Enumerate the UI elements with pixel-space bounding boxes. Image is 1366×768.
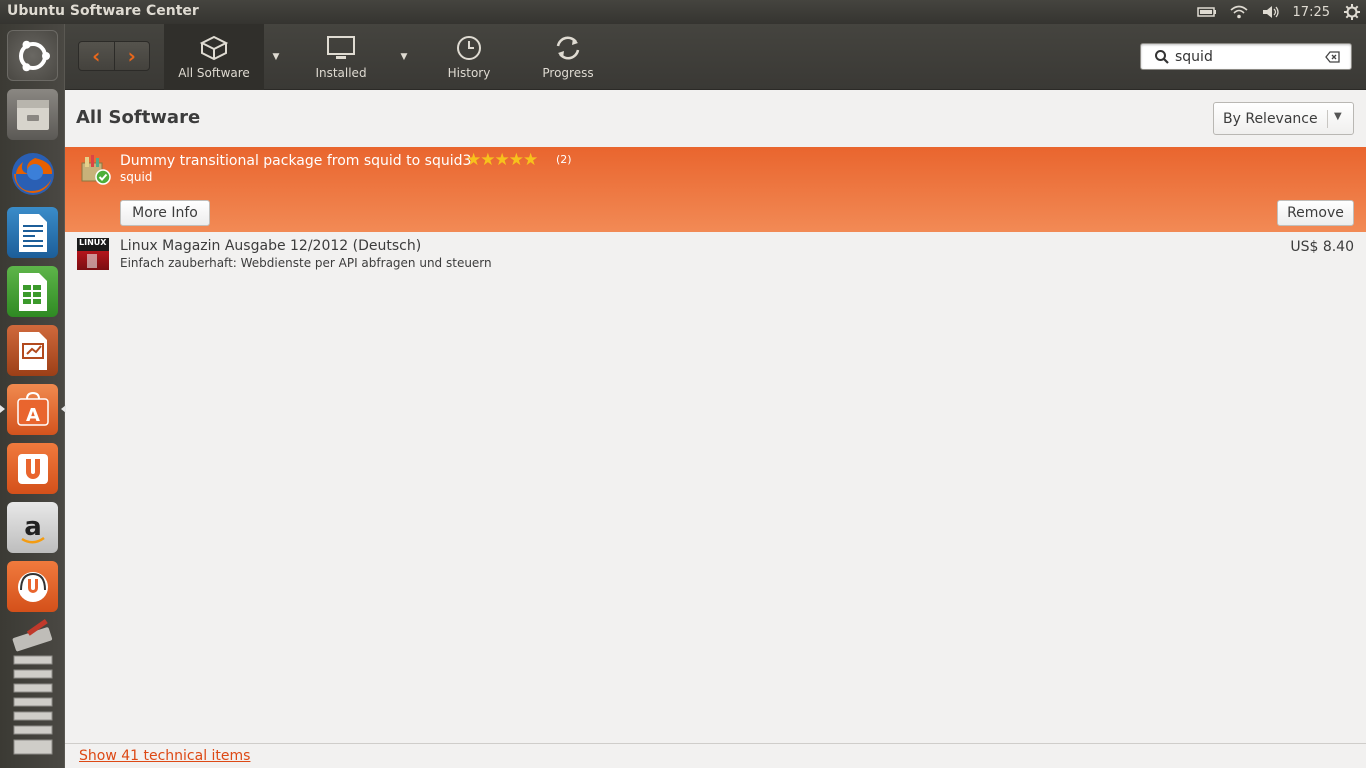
tab-installed[interactable]: Installed [293,24,389,90]
impress-icon[interactable] [7,325,58,376]
indicators: 17:25 [1196,0,1366,24]
installed-dropdown[interactable]: ▼ [394,24,414,90]
all-software-dropdown[interactable]: ▼ [266,24,286,90]
svg-text:A: A [26,405,40,426]
window-title: Ubuntu Software Center [7,3,199,19]
rating-stars: ★★★★★ [466,150,538,170]
software-center-icon[interactable]: A [0,384,66,435]
gear-icon[interactable] [1344,4,1360,20]
sort-select-value: By Relevance [1223,111,1318,127]
back-button[interactable]: ‹ [79,42,114,70]
result-name: Linux Magazin Ausgabe 12/2012 (Deutsch) [120,238,422,254]
result-price: US$ 8.40 [1290,239,1354,255]
all-software-icon [199,35,229,60]
system-settings-icon[interactable] [7,616,58,656]
tab-history[interactable]: History [421,24,517,90]
sort-select[interactable]: By Relevance ▼ [1213,102,1354,135]
firefox-icon[interactable] [7,148,58,199]
forward-button[interactable]: › [113,42,150,70]
search-icon [1155,50,1169,64]
tab-progress-label: Progress [542,65,594,80]
wifi-icon[interactable] [1229,5,1249,19]
package-installed-icon [81,155,111,185]
result-package: squid [120,170,153,184]
calc-icon[interactable] [7,266,58,317]
svg-text:a: a [24,512,42,542]
top-panel: Ubuntu Software Center 17:25 [0,0,1366,24]
result-summary: Einfach zauberhaft: Webdienste per API a… [120,256,492,270]
chevron-down-icon: ▼ [1334,111,1342,122]
result-row-selected[interactable]: Dummy transitional package from squid to… [65,147,1366,232]
rating-count: (2) [556,153,572,166]
search-input[interactable] [1175,47,1320,67]
tab-installed-label: Installed [315,65,367,80]
clock-icon [457,35,481,60]
footer-bar: Show 41 technical items [65,743,1366,768]
ubuntu-one-icon[interactable] [7,443,58,494]
magazine-icon: LINUX [77,238,109,270]
result-row[interactable]: LINUX Linux Magazin Ausgabe 12/2012 (Deu… [65,232,1366,274]
tab-history-label: History [447,65,491,80]
tab-all-software[interactable]: All Software [164,24,264,90]
clear-search-icon[interactable] [1325,50,1341,64]
dash-icon[interactable] [7,30,58,81]
magazine-cover-figure [87,254,97,268]
files-icon[interactable] [7,89,58,140]
show-technical-items-link[interactable]: Show 41 technical items [79,748,250,764]
remove-button[interactable]: Remove [1277,200,1354,226]
clock[interactable]: 17:25 [1293,5,1330,20]
volume-icon[interactable] [1261,5,1281,19]
search-field [1140,43,1352,70]
history-nav: ‹ › [78,41,150,71]
battery-icon[interactable] [1196,6,1217,18]
page-title: All Software [76,107,201,128]
writer-icon[interactable] [7,207,58,258]
amazon-icon[interactable]: a [7,502,58,553]
tab-all-software-label: All Software [178,65,250,80]
magazine-icon-text: LINUX [79,238,107,247]
sync-icon [556,36,580,59]
workspaces-icon[interactable] [7,654,58,764]
result-name: Dummy transitional package from squid to… [120,153,472,169]
toolbar: ‹ › All Software ▼ Installed ▼ History P… [65,24,1366,90]
ubuntu-one-music-icon[interactable] [7,561,58,612]
monitor-icon [327,35,355,59]
more-info-button[interactable]: More Info [120,200,210,226]
sort-select-divider [1327,110,1328,128]
tab-progress[interactable]: Progress [520,24,616,90]
launcher: A a [0,24,66,768]
